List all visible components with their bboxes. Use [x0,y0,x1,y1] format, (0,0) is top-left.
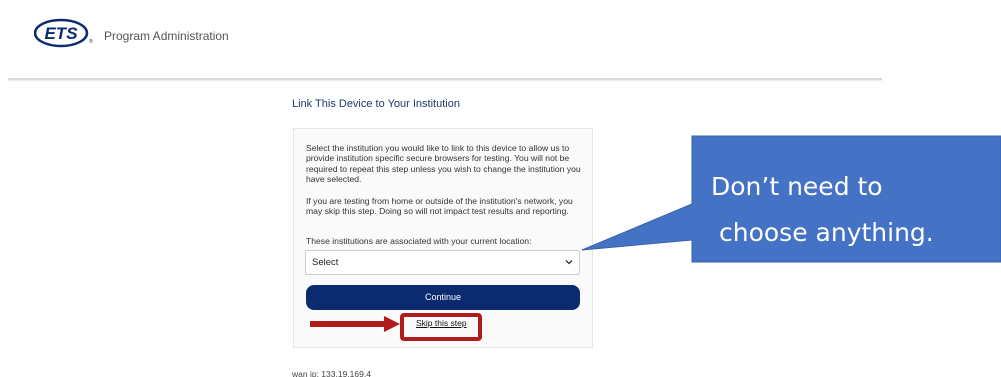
continue-button[interactable]: Continue [306,285,580,310]
svg-text:ETS: ETS [44,24,78,43]
skip-step-link[interactable]: Skip this step [416,318,467,328]
program-administration-label: Program Administration [104,29,229,43]
header-divider [8,78,882,80]
page: ETS ® Program Administration Link This D… [0,0,1001,377]
institution-select[interactable]: Select [305,250,580,275]
institution-select-value: Select [312,257,339,268]
ets-logo: ETS ® [34,18,94,48]
wan-ip-text: wan ip: 133.19.169.4 [292,369,371,377]
chevron-down-icon [565,260,573,265]
callout-line-1: Don’t need to [711,172,883,201]
red-arrow-icon [310,316,400,332]
skip-info-paragraph: If you are testing from home or outside … [306,196,573,217]
instructions-paragraph: Select the institution you would like to… [306,143,581,185]
callout-text: Don’t need to choose anything. [695,164,995,256]
callout-line-2: choose anything. [719,218,934,247]
page-title: Link This Device to Your Institution [292,98,460,110]
institutions-location-label: These institutions are associated with y… [306,236,532,246]
svg-text:®: ® [89,38,93,45]
